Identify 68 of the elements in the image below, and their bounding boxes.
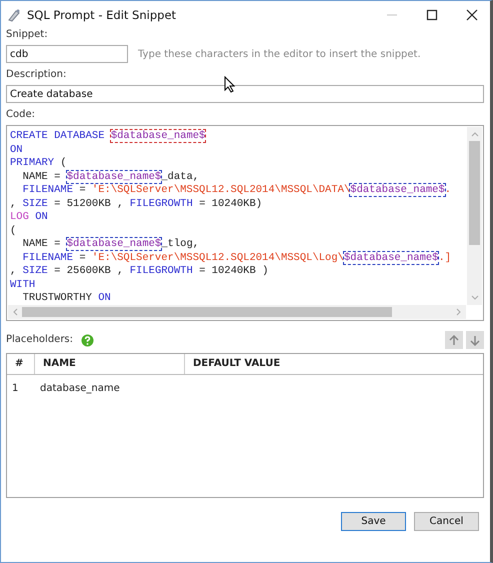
code-text: .]: [438, 252, 452, 264]
code-editor[interactable]: [6, 125, 484, 321]
code-text: NAME =: [22, 170, 62, 182]
code-text: TRUSTWORTHY: [22, 292, 93, 304]
maximize-icon[interactable]: [426, 9, 438, 21]
code-text: ON: [10, 144, 23, 156]
code-text: =: [78, 252, 87, 264]
scroll-right-icon[interactable]: [456, 308, 462, 316]
hint-text: Type these characters in the editor to insert the snippet.: [138, 48, 421, 60]
code-text: = 10240KB): [198, 198, 262, 210]
code-text: FILENAME: [22, 252, 74, 264]
code-text: ,: [10, 265, 18, 277]
column-header[interactable]: NAME: [35, 354, 185, 374]
code-text: WITH: [10, 278, 36, 290]
save-button[interactable]: Save: [341, 512, 406, 531]
code-text: 'E:\SQLServer\MSSQL12.SQL2014\MSSQL\Log\: [92, 252, 344, 264]
code-text: CREATE DATABASE: [10, 130, 106, 142]
placeholder-token: $database_name$: [350, 184, 445, 196]
code-text: LOG: [10, 211, 29, 223]
vertical-scrollbar[interactable]: [467, 127, 482, 305]
close-icon[interactable]: [466, 9, 478, 21]
description-field[interactable]: Create database: [6, 85, 484, 103]
placeholder-token: $database_name$: [110, 130, 206, 142]
code-text: SIZE: [22, 198, 48, 210]
horizontal-scrollbar[interactable]: [8, 305, 466, 319]
column-header[interactable]: #: [7, 354, 35, 374]
field-label: Description:: [6, 69, 68, 81]
down-arrow-icon: [470, 334, 480, 346]
code-text: (: [59, 157, 67, 169]
code-text: _data,: [161, 170, 200, 182]
code-text: FILEGROWTH: [130, 198, 193, 210]
code-text: FILENAME: [22, 184, 74, 196]
cursor-icon: [224, 76, 236, 93]
table-cell-text: 1: [11, 382, 20, 394]
code-text: FILEGROWTH: [130, 265, 193, 277]
code-text: NAME =: [22, 238, 62, 250]
field-label: Snippet:: [6, 29, 49, 41]
code-text: SIZE: [22, 265, 48, 277]
scroll-up-icon[interactable]: [470, 131, 478, 137]
code-text: ,: [10, 198, 18, 210]
up-arrow-icon: [449, 334, 459, 346]
code-text: .: [444, 184, 452, 196]
code-text: ON: [98, 292, 111, 304]
code-text: PRIMARY: [10, 157, 54, 169]
code-text: (: [10, 224, 16, 236]
field-label: Code:: [6, 109, 36, 121]
code-text: = 10240KB ): [198, 265, 268, 277]
scroll-down-icon[interactable]: [470, 295, 478, 301]
scroll-thumb[interactable]: [22, 307, 392, 317]
code-text: = 51200KB ,: [53, 198, 124, 210]
code-text: =: [78, 184, 87, 196]
column-header[interactable]: DEFAULT VALUE: [185, 354, 483, 374]
window-title: SQL Prompt - Edit Snippet: [27, 8, 176, 22]
table-cell-text: database_name: [39, 382, 121, 394]
placeholder-token: $database_name$: [66, 170, 162, 182]
snippet-field[interactable]: cdb: [6, 45, 128, 63]
placeholder-token: $database_name$: [66, 238, 162, 250]
cancel-button[interactable]: Cancel: [414, 512, 479, 531]
scroll-thumb[interactable]: [469, 141, 480, 245]
code-text: 'E:\SQLServer\MSSQL12.SQL2014\MSSQL\DATA\: [92, 184, 350, 196]
help-icon[interactable]: [81, 334, 94, 346]
code-text: _tlog,: [161, 238, 200, 250]
code-text: ON: [34, 211, 48, 223]
placeholders-label: Placeholders:: [6, 334, 74, 346]
app-icon: [7, 8, 21, 22]
scroll-left-icon[interactable]: [12, 308, 18, 316]
placeholder-token: $database_name$: [344, 252, 438, 264]
code-text: = 25600KB ,: [53, 265, 124, 277]
